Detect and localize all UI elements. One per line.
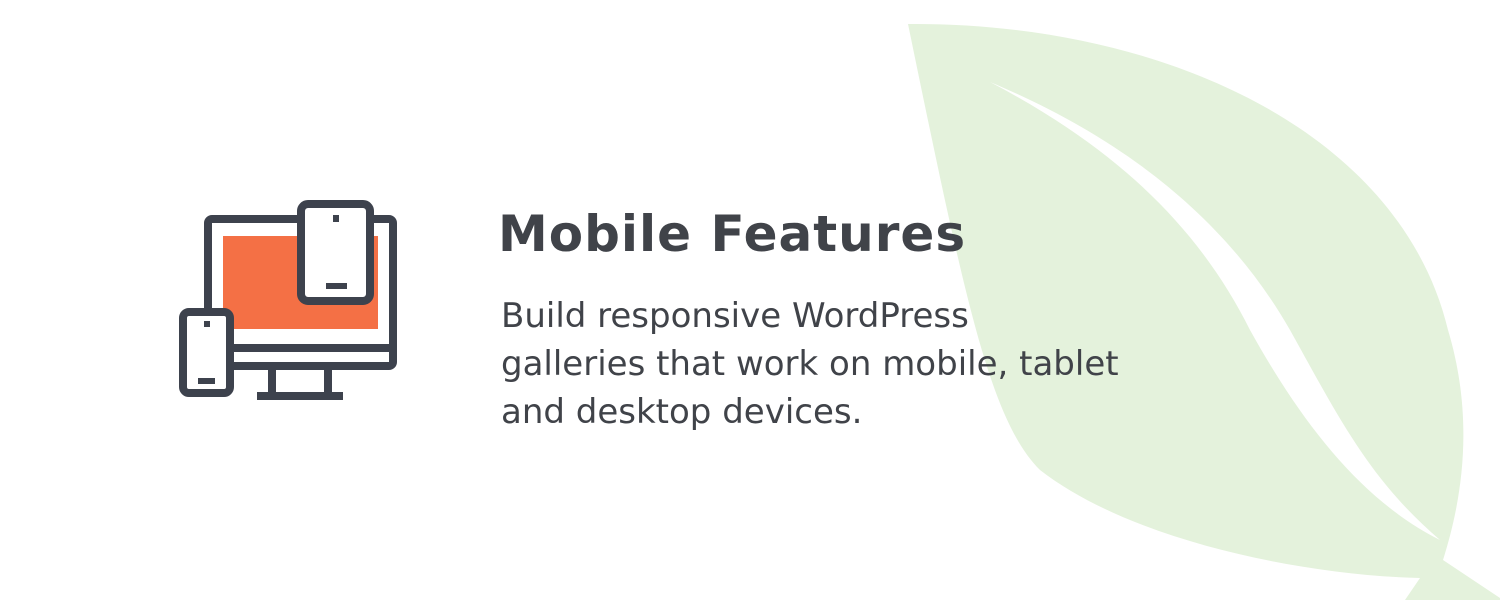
feature-title: Mobile Features <box>498 205 967 263</box>
devices-icon <box>179 200 397 400</box>
phone-large-icon <box>297 200 374 305</box>
feature-block: Mobile Features Build responsive WordPre… <box>498 200 1138 436</box>
feature-description: Build responsive WordPress galleries tha… <box>501 296 1119 432</box>
phone-small-icon <box>179 308 234 397</box>
